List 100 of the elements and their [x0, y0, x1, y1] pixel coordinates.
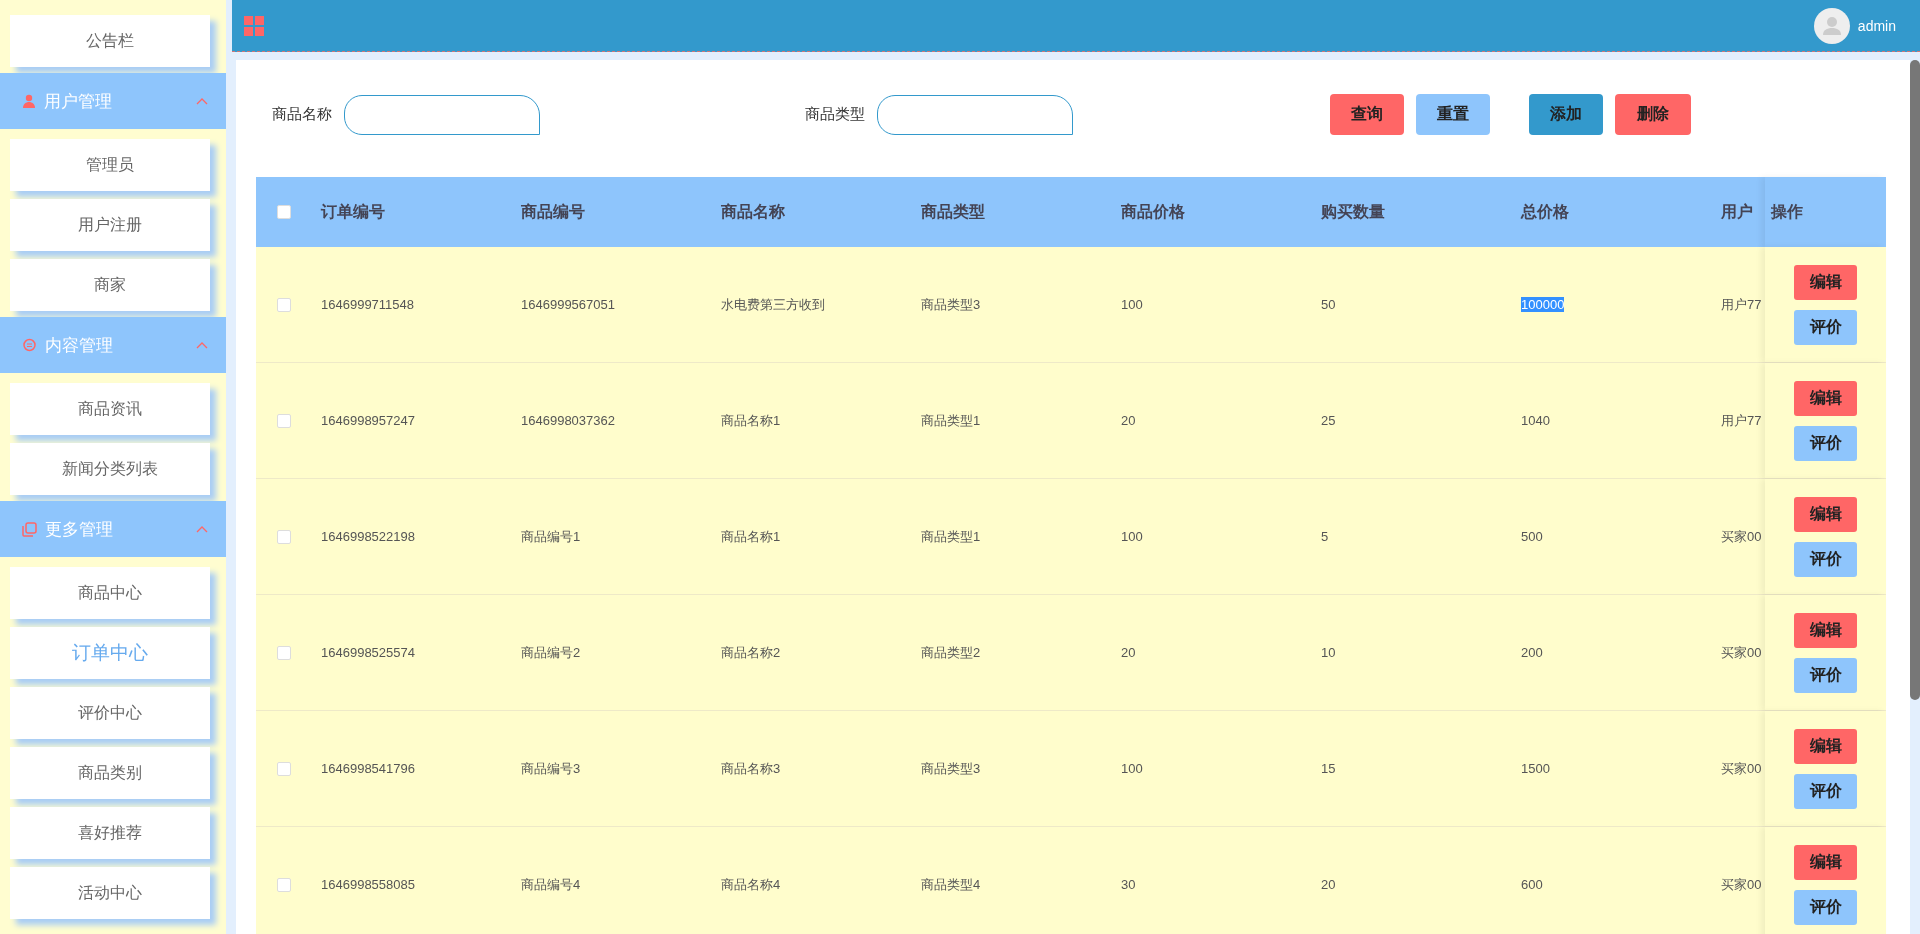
- menu-item[interactable]: 喜好推荐: [10, 807, 210, 859]
- table-cell: 商品类型4: [921, 875, 981, 894]
- column-header: 商品价格: [1121, 201, 1186, 222]
- menu-item[interactable]: 活动中心: [10, 867, 210, 919]
- table-cell: 1500: [1521, 761, 1550, 776]
- column-header: 商品名称: [721, 201, 786, 222]
- table-cell: 1646998525574: [321, 645, 415, 660]
- table-cell: 买家00: [1721, 643, 1762, 662]
- toolbar-button[interactable]: 删除: [1615, 94, 1691, 135]
- action-button[interactable]: 评价: [1794, 309, 1857, 345]
- table-cell: 商品编号3: [521, 759, 581, 778]
- column-header: 商品编号: [521, 201, 586, 222]
- person-icon: [22, 94, 36, 108]
- table-cell: 商品名称4: [721, 875, 781, 894]
- table-cell: 商品类型1: [921, 527, 981, 546]
- toolbar-button[interactable]: 重置: [1416, 94, 1490, 135]
- menu-item[interactable]: 评价中心: [10, 687, 210, 739]
- menu-item[interactable]: 用户注册: [10, 199, 210, 251]
- table-cell: 5: [1321, 529, 1329, 544]
- filter-input[interactable]: [877, 94, 1073, 135]
- menu-item[interactable]: 管理员: [10, 139, 210, 191]
- column-header: 商品类型: [921, 201, 986, 222]
- action-button[interactable]: 编辑: [1794, 380, 1857, 416]
- table-cell: 100000: [1521, 297, 1565, 312]
- toolbar-button[interactable]: 查询: [1330, 94, 1404, 135]
- table-cell: 商品类型3: [921, 759, 981, 778]
- scrollbar-thumb[interactable]: [1910, 60, 1920, 700]
- table-cell: 商品名称1: [721, 527, 781, 546]
- column-header: 订单编号: [321, 201, 386, 222]
- table-cell: 商品名称2: [721, 643, 781, 662]
- table-cell: 50: [1321, 297, 1336, 312]
- table-cell: 1040: [1521, 413, 1550, 428]
- menu-item[interactable]: 商品类别: [10, 747, 210, 799]
- checkbox[interactable]: [276, 877, 291, 892]
- table-cell: 买家00: [1721, 759, 1762, 778]
- menu-item[interactable]: 商家: [10, 259, 210, 311]
- table-cell: 1646998522198: [321, 529, 415, 544]
- table-cell: 买家00: [1721, 875, 1762, 894]
- avatar-icon[interactable]: [1813, 7, 1850, 44]
- table-cell: 商品名称3: [721, 759, 781, 778]
- table-cell: 200: [1521, 645, 1543, 660]
- action-button[interactable]: 编辑: [1794, 844, 1857, 880]
- filter-label: 商品名称: [272, 105, 332, 124]
- table-cell: 买家00: [1721, 527, 1762, 546]
- copy-icon: [22, 521, 37, 537]
- grid-icon[interactable]: [244, 15, 264, 36]
- chat-icon: [22, 337, 37, 353]
- action-button[interactable]: 编辑: [1794, 728, 1857, 764]
- table-cell: 100: [1121, 297, 1143, 312]
- table-cell: 1646998037362: [521, 413, 615, 428]
- action-button[interactable]: 编辑: [1794, 496, 1857, 532]
- user-name: admin: [1857, 17, 1896, 34]
- checkbox[interactable]: [276, 761, 291, 776]
- filter-input[interactable]: [344, 94, 540, 135]
- table-cell: 商品编号2: [521, 643, 581, 662]
- action-button[interactable]: 编辑: [1794, 264, 1857, 300]
- table-cell: 商品编号1: [521, 527, 581, 546]
- table-cell: 1646999711548: [321, 297, 415, 312]
- table-cell: 1646998957247: [321, 413, 415, 428]
- table-cell: 商品类型3: [921, 295, 981, 314]
- toolbar-button[interactable]: 添加: [1529, 94, 1603, 135]
- menu-item[interactable]: 公告栏: [10, 15, 210, 67]
- table-cell: 30: [1121, 877, 1136, 892]
- menu-item[interactable]: 商品中心: [10, 567, 210, 619]
- table-cell: 20: [1121, 645, 1136, 660]
- column-header: 购买数量: [1321, 201, 1386, 222]
- action-button[interactable]: 评价: [1794, 541, 1857, 577]
- table-cell: 20: [1321, 877, 1336, 892]
- action-button[interactable]: 编辑: [1794, 612, 1857, 648]
- table-cell: 10: [1321, 645, 1336, 660]
- table-cell: 100: [1121, 761, 1143, 776]
- checkbox[interactable]: [276, 413, 291, 428]
- menu-group-label: 用户管理: [44, 90, 113, 113]
- column-header: 操作: [1765, 177, 1886, 247]
- table-cell: 商品类型2: [921, 643, 981, 662]
- table-cell: 600: [1521, 877, 1543, 892]
- table-cell: 25: [1321, 413, 1336, 428]
- table-cell: 20: [1121, 413, 1136, 428]
- checkbox[interactable]: [276, 645, 291, 660]
- table-cell: 1646998541796: [321, 761, 415, 776]
- menu-group-label: 更多管理: [45, 518, 114, 541]
- table-cell: 用户77: [1721, 295, 1762, 314]
- table-cell: 500: [1521, 529, 1543, 544]
- table-cell: 1646998558085: [321, 877, 415, 892]
- action-button[interactable]: 评价: [1794, 425, 1857, 461]
- table-cell: 100: [1121, 529, 1143, 544]
- table-cell: 1646999567051: [521, 297, 615, 312]
- menu-item[interactable]: 商品资讯: [10, 383, 210, 435]
- action-button[interactable]: 评价: [1794, 657, 1857, 693]
- menu-item[interactable]: 新闻分类列表: [10, 443, 210, 495]
- checkbox[interactable]: [276, 529, 291, 544]
- table-cell: 商品名称1: [721, 411, 781, 430]
- checkbox[interactable]: [276, 297, 291, 312]
- checkbox[interactable]: [276, 205, 291, 219]
- column-header: 总价格: [1521, 201, 1570, 222]
- action-button[interactable]: 评价: [1794, 773, 1857, 809]
- table-cell: 商品编号4: [521, 875, 581, 894]
- action-button[interactable]: 评价: [1794, 889, 1857, 925]
- table-cell: 15: [1321, 761, 1336, 776]
- filter-label: 商品类型: [805, 105, 865, 124]
